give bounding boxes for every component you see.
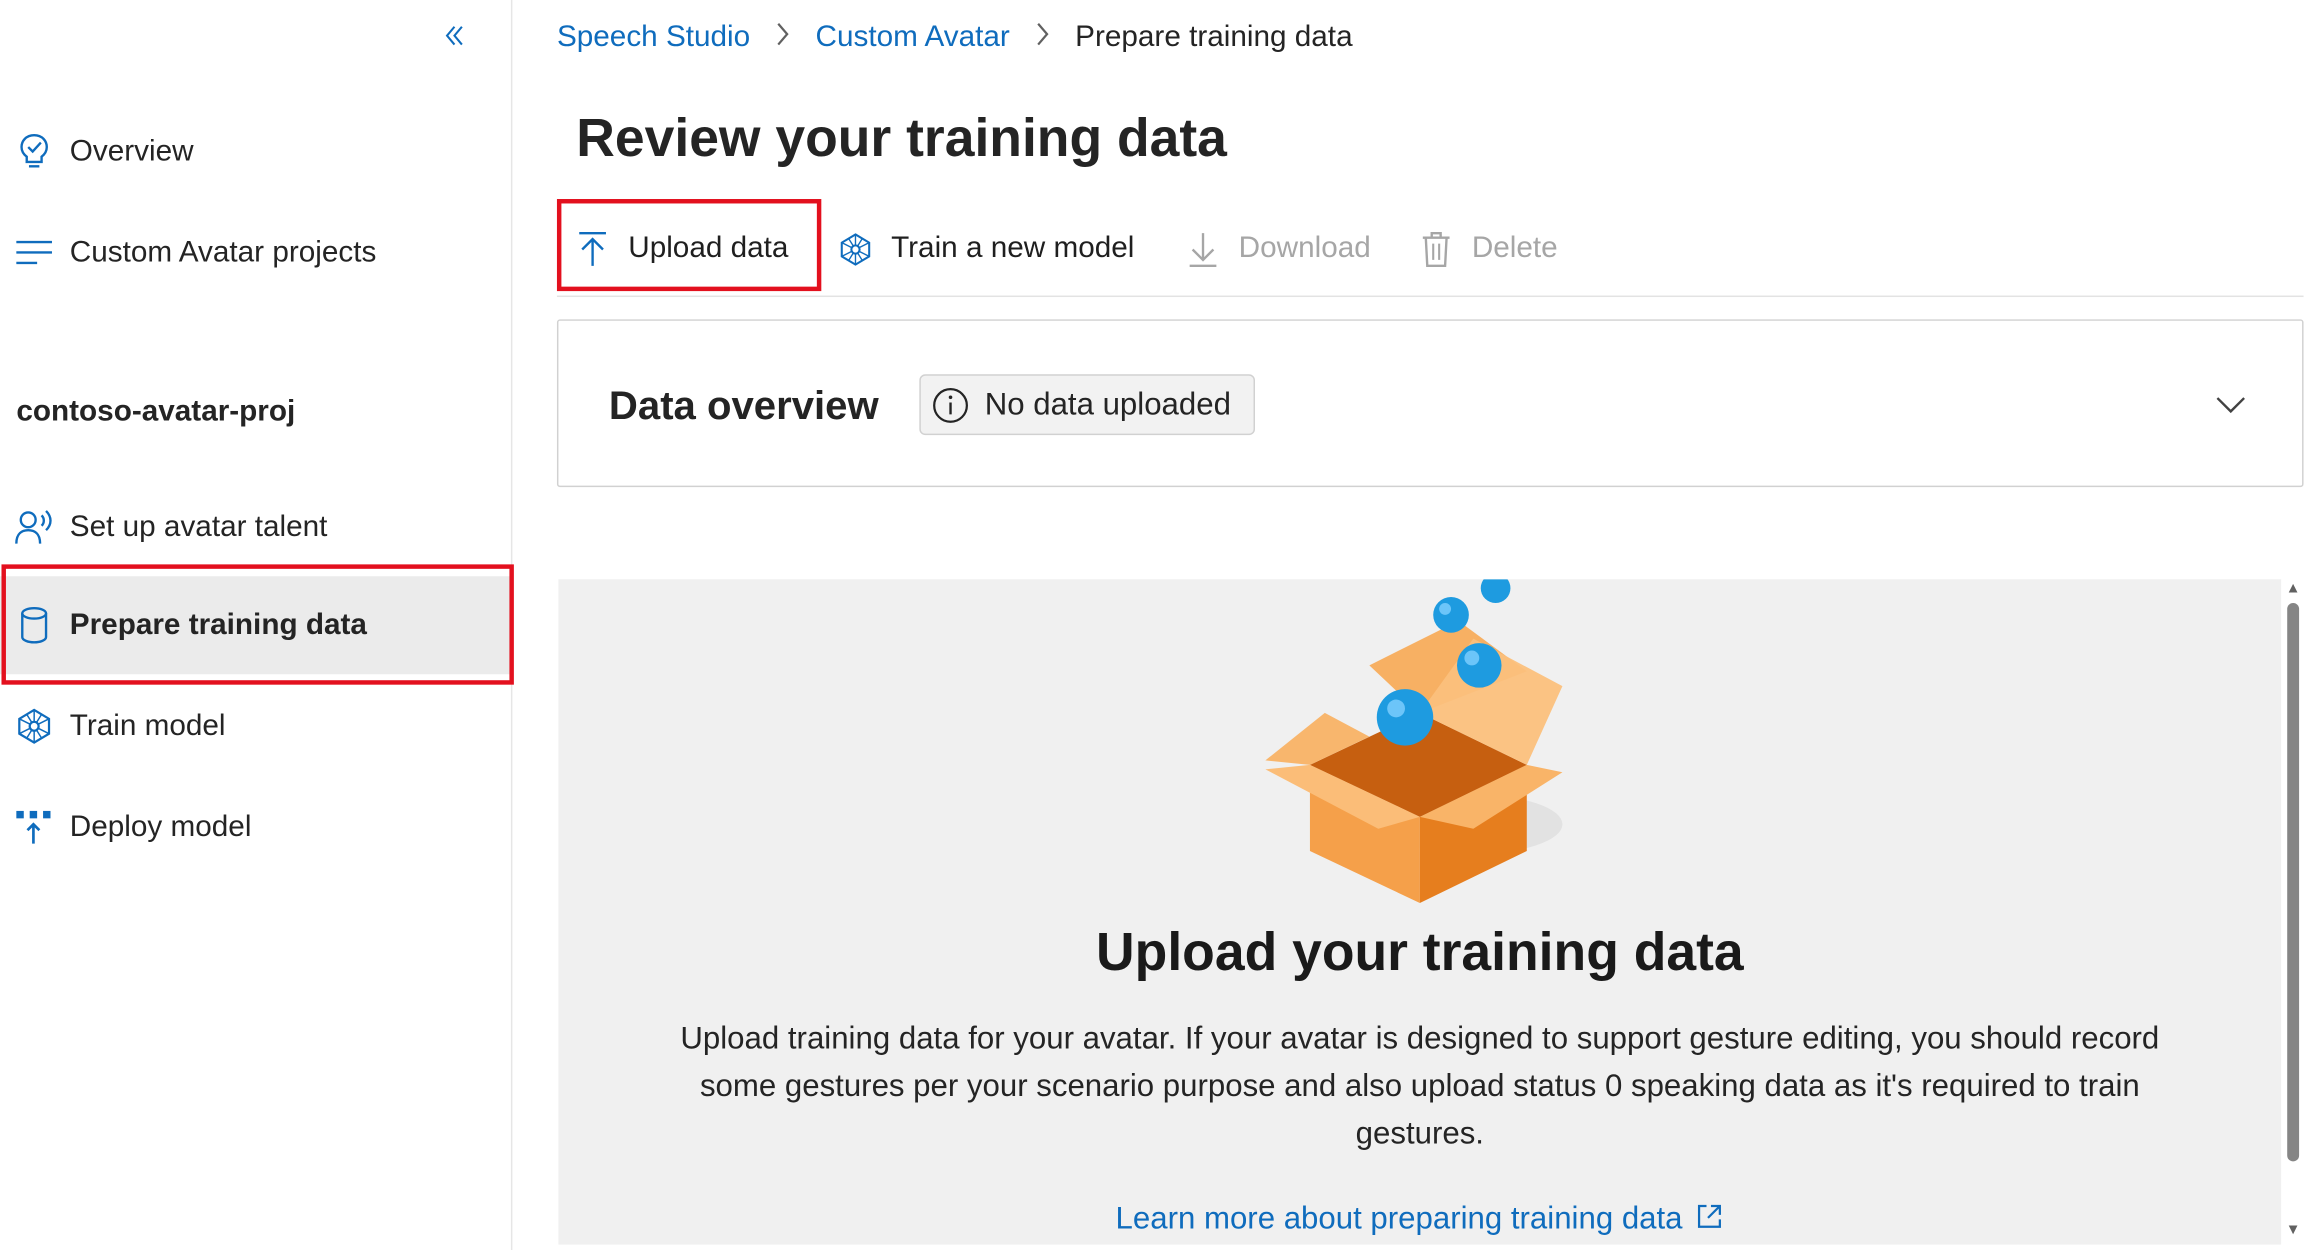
chevron-right-icon <box>774 21 792 55</box>
empty-state-panel: Upload your training data Upload trainin… <box>558 579 2282 1245</box>
status-badge-text: No data uploaded <box>984 386 1231 422</box>
train-new-model-button[interactable]: Train a new model <box>838 203 1135 294</box>
breadcrumb-current: Prepare training data <box>1075 20 1353 54</box>
person-voice-icon <box>15 508 54 547</box>
empty-state-description: Upload training data for your avatar. If… <box>680 1021 2160 1152</box>
download-label: Download <box>1238 231 1371 265</box>
external-link-icon <box>1697 1204 1721 1228</box>
breadcrumb-link-custom-avatar[interactable]: Custom Avatar <box>816 21 1010 55</box>
arrow-upload-icon <box>575 231 611 267</box>
chevron-right-icon <box>1034 21 1052 55</box>
breadcrumb: Speech Studio Custom Avatar Prepare trai… <box>557 21 1353 55</box>
data-overview-title: Data overview <box>608 383 879 428</box>
collapse-sidebar-button[interactable] <box>440 21 473 54</box>
sidebar-item-overview[interactable]: Overview <box>0 117 512 185</box>
lightbulb-check-icon <box>15 132 54 171</box>
brain-network-icon <box>15 707 54 746</box>
brain-network-icon <box>838 231 874 267</box>
delete-button[interactable]: Delete <box>1418 203 1558 294</box>
download-button[interactable]: Download <box>1185 203 1371 294</box>
toolbar-divider <box>556 295 2304 298</box>
sidebar-item-label: Deploy model <box>69 810 252 843</box>
sidebar-item-deploy-model[interactable]: Deploy model <box>0 793 512 861</box>
sidebar-item-prepare-training-data[interactable]: Prepare training data <box>0 576 513 675</box>
breadcrumb-link-speech-studio[interactable]: Speech Studio <box>557 21 750 55</box>
learn-more-label: Learn more about preparing training data <box>1115 1201 1683 1236</box>
sidebar-item-label: Set up avatar talent <box>69 510 328 543</box>
chevron-down-icon[interactable] <box>2213 386 2249 422</box>
database-icon <box>15 606 54 645</box>
double-chevron-left-icon <box>445 26 463 46</box>
upload-data-label: Upload data <box>628 231 789 265</box>
train-new-model-label: Train a new model <box>891 231 1135 265</box>
data-overview-card[interactable]: Data overview No data uploaded <box>556 319 2304 488</box>
trash-icon <box>1418 231 1454 267</box>
sidebar-item-label: Custom Avatar projects <box>69 235 377 269</box>
delete-label: Delete <box>1471 231 1558 265</box>
info-icon <box>933 387 968 423</box>
upload-data-button[interactable]: Upload data <box>575 203 789 294</box>
deploy-icon <box>15 808 54 847</box>
sidebar-item-label: Overview <box>69 134 194 168</box>
open-box-illustration <box>1265 579 1563 904</box>
scroll-thumb[interactable] <box>2287 602 2300 1162</box>
text-lines-icon <box>15 233 54 272</box>
status-badge: No data uploaded <box>919 374 1255 436</box>
sidebar-item-custom-avatar-projects[interactable]: Custom Avatar projects <box>0 218 512 286</box>
arrow-download-icon <box>1185 231 1221 267</box>
learn-more-link[interactable]: Learn more about preparing training data <box>558 1202 2281 1238</box>
sidebar-item-set-up-avatar-talent[interactable]: Set up avatar talent <box>0 493 512 561</box>
sidebar: Overview Custom Avatar projects contoso-… <box>0 0 514 1250</box>
project-name: contoso-avatar-proj <box>16 395 296 428</box>
sidebar-item-label: Prepare training data <box>69 608 367 641</box>
page-title: Review your training data <box>576 106 1227 168</box>
scroll-up-arrow-icon[interactable]: ▲ <box>2286 581 2301 597</box>
sidebar-item-train-model[interactable]: Train model <box>0 692 512 760</box>
empty-state-title: Upload your training data <box>1096 920 1744 982</box>
sidebar-item-label: Train model <box>69 709 226 742</box>
scroll-down-arrow-icon[interactable]: ▼ <box>2286 1223 2301 1239</box>
scrollbar[interactable]: ▲ ▼ <box>2281 579 2305 1245</box>
